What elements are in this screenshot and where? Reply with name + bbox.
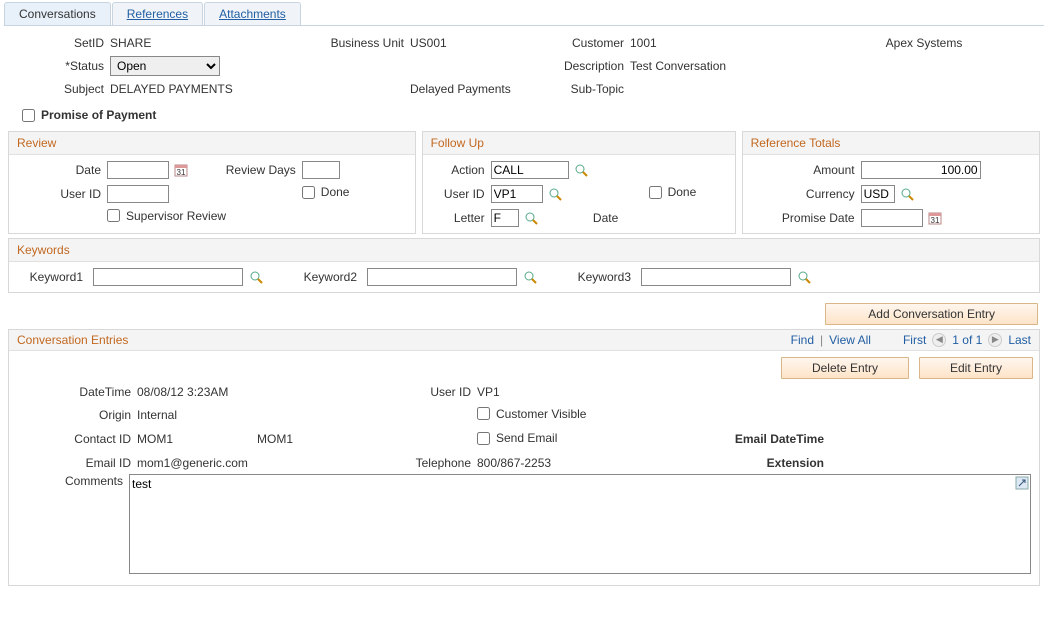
- tab-attachments[interactable]: Attachments: [204, 2, 301, 25]
- promise-date-label: Promise Date: [751, 211, 861, 225]
- customer-visible-checkbox[interactable]: Customer Visible: [477, 407, 586, 421]
- customer-label: Customer: [520, 36, 630, 50]
- subject-desc: Delayed Payments: [410, 82, 520, 96]
- svg-text:31: 31: [177, 168, 186, 177]
- entry-datetime-label: DateTime: [17, 385, 137, 399]
- followup-section: Follow Up Action User ID Done Lett: [422, 131, 736, 234]
- followup-action-label: Action: [431, 163, 491, 177]
- keyword1-label: Keyword1: [19, 270, 89, 284]
- subtopic-label: Sub-Topic: [520, 82, 630, 96]
- followup-date-label: Date: [569, 211, 649, 225]
- supervisor-review-checkbox[interactable]: Supervisor Review: [107, 209, 226, 223]
- delete-entry-button[interactable]: Delete Entry: [781, 357, 909, 379]
- followup-userid-label: User ID: [431, 187, 491, 201]
- promise-of-payment-checkbox[interactable]: Promise of Payment: [22, 108, 156, 122]
- contactid-value: MOM1: [137, 432, 257, 446]
- tab-conversations[interactable]: Conversations: [4, 2, 111, 25]
- add-conversation-entry-button[interactable]: Add Conversation Entry: [825, 303, 1038, 325]
- currency-input[interactable]: [861, 185, 895, 203]
- contact-name-value: MOM1: [257, 432, 377, 446]
- review-days-input[interactable]: [302, 161, 340, 179]
- edit-entry-button[interactable]: Edit Entry: [919, 357, 1033, 379]
- review-done-checkbox[interactable]: Done: [302, 185, 350, 199]
- bu-label: Business Unit: [300, 36, 410, 50]
- amount-input[interactable]: [861, 161, 981, 179]
- keyword1-input[interactable]: [93, 268, 243, 286]
- lookup-icon[interactable]: [574, 163, 588, 177]
- tab-bar: Conversations References Attachments: [4, 2, 1044, 26]
- last-label: Last: [1008, 333, 1031, 347]
- subject-value: DELAYED PAYMENTS: [110, 82, 300, 96]
- lookup-icon[interactable]: [797, 270, 811, 284]
- reftotals-section: Reference Totals Amount Currency Promise…: [742, 131, 1040, 234]
- keyword2-label: Keyword2: [293, 270, 363, 284]
- description-value: Test Conversation: [630, 59, 1038, 73]
- entries-title: Conversation Entries: [17, 333, 128, 347]
- viewall-link[interactable]: View All: [829, 333, 871, 347]
- lookup-icon[interactable]: [523, 270, 537, 284]
- page-pos[interactable]: 1 of 1: [952, 333, 982, 347]
- telephone-label: Telephone: [377, 456, 477, 470]
- review-date-input[interactable]: [107, 161, 169, 179]
- first-label: First: [903, 333, 926, 347]
- review-days-label: Review Days: [212, 163, 302, 177]
- lookup-icon[interactable]: [524, 211, 538, 225]
- customer-value: 1001: [630, 36, 810, 50]
- expand-icon[interactable]: [1015, 476, 1029, 493]
- review-userid-label: User ID: [17, 187, 107, 201]
- email-datetime-label: Email DateTime: [684, 432, 824, 446]
- followup-letter-input[interactable]: [491, 209, 519, 227]
- contactid-label: Contact ID: [17, 432, 137, 446]
- review-title: Review: [9, 132, 415, 155]
- lookup-icon[interactable]: [249, 270, 263, 284]
- keyword3-input[interactable]: [641, 268, 791, 286]
- keywords-title: Keywords: [9, 239, 1039, 262]
- lookup-icon[interactable]: [548, 187, 562, 201]
- review-date-label: Date: [17, 163, 107, 177]
- prev-icon[interactable]: ◀: [932, 333, 946, 347]
- review-userid-input[interactable]: [107, 185, 169, 203]
- review-section: Review Date 31 Review Days User ID: [8, 131, 416, 234]
- telephone-value: 800/867-2253: [477, 456, 684, 470]
- entry-origin-label: Origin: [17, 408, 137, 422]
- setid-value: SHARE: [110, 36, 300, 50]
- status-label: *Status: [10, 59, 110, 73]
- keyword2-input[interactable]: [367, 268, 517, 286]
- reftotals-title: Reference Totals: [743, 132, 1039, 155]
- entry-origin-value: Internal: [137, 408, 257, 422]
- keyword3-label: Keyword3: [567, 270, 637, 284]
- status-select[interactable]: Open: [110, 56, 220, 76]
- followup-done-checkbox[interactable]: Done: [649, 185, 697, 199]
- conversation-entries-section: Conversation Entries Find | View All Fir…: [8, 329, 1040, 586]
- setid-label: SetID: [10, 36, 110, 50]
- description-label: Description: [520, 59, 630, 73]
- bu-value: US001: [410, 36, 520, 50]
- tab-references[interactable]: References: [112, 2, 203, 25]
- keywords-section: Keywords Keyword1 Keyword2 Keyword3: [8, 238, 1040, 293]
- find-link[interactable]: Find: [791, 333, 814, 347]
- comments-textarea[interactable]: test: [129, 474, 1031, 574]
- currency-label: Currency: [751, 187, 861, 201]
- svg-text:31: 31: [930, 216, 939, 225]
- promise-date-input[interactable]: [861, 209, 923, 227]
- subject-label: Subject: [10, 82, 110, 96]
- customer-name: Apex Systems: [810, 36, 1038, 50]
- comments-label: Comments: [17, 474, 129, 577]
- emailid-label: Email ID: [17, 456, 137, 470]
- amount-label: Amount: [751, 163, 861, 177]
- calendar-icon[interactable]: 31: [928, 211, 942, 225]
- followup-title: Follow Up: [423, 132, 735, 155]
- send-email-checkbox[interactable]: Send Email: [477, 431, 557, 445]
- emailid-value: mom1@generic.com: [137, 456, 377, 470]
- entry-userid-value: VP1: [477, 385, 684, 399]
- followup-letter-label: Letter: [431, 211, 491, 225]
- entry-datetime-value: 08/08/12 3:23AM: [137, 385, 377, 399]
- followup-action-input[interactable]: [491, 161, 569, 179]
- entry-userid-label: User ID: [377, 385, 477, 399]
- extension-label: Extension: [684, 456, 824, 470]
- lookup-icon[interactable]: [900, 187, 914, 201]
- next-icon[interactable]: ▶: [988, 333, 1002, 347]
- followup-userid-input[interactable]: [491, 185, 543, 203]
- calendar-icon[interactable]: 31: [174, 163, 188, 177]
